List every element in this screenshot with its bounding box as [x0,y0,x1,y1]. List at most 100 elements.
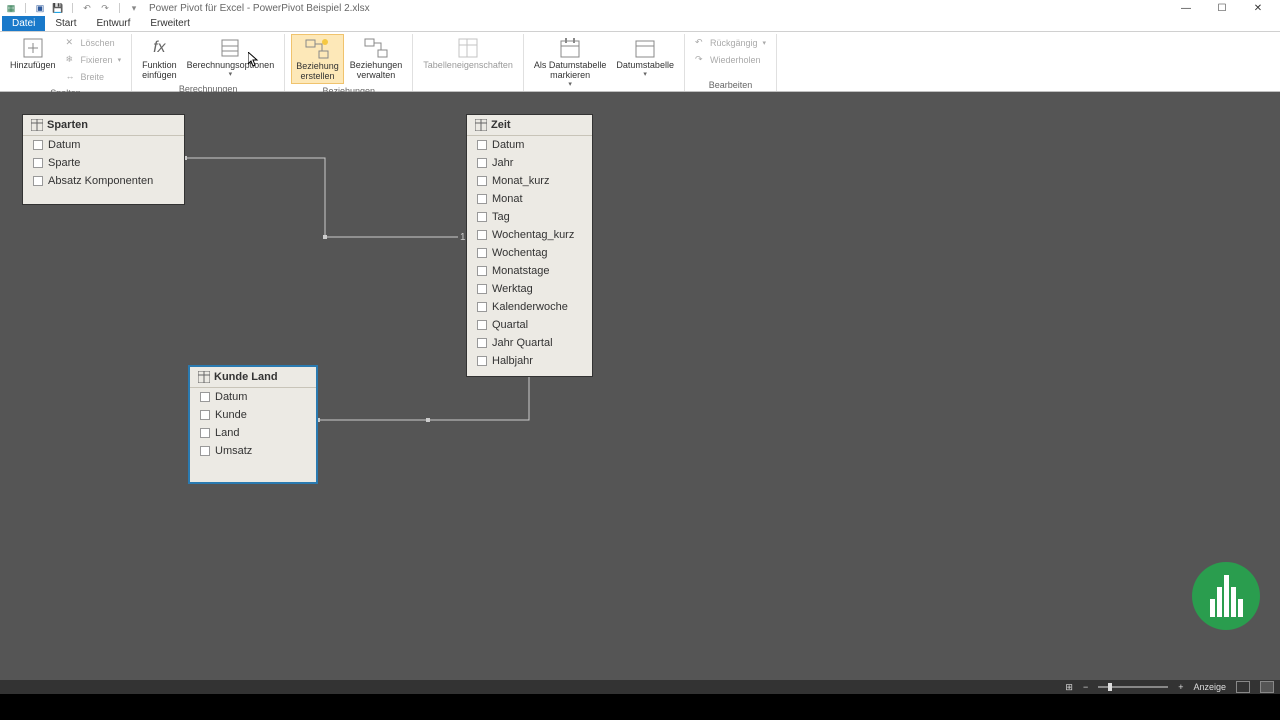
zoom-out-button[interactable]: − [1083,682,1088,692]
undo-icon[interactable]: ↶ [80,1,94,15]
fixieren-button[interactable]: ❄Fixieren▾ [62,52,126,68]
field-icon [477,338,487,348]
field-icon [477,302,487,312]
field-icon [200,392,210,402]
width-icon: ↔ [66,71,78,83]
redo-icon[interactable]: ↷ [98,1,112,15]
field-icon [477,266,487,276]
field-icon [477,194,487,204]
field-icon [33,176,43,186]
tabelleneigenschaften-button[interactable]: Tabelleneigenschaften [419,34,517,72]
field-zeit-0[interactable]: Datum [467,136,592,154]
tab-erweitert[interactable]: Erweitert [140,16,199,31]
field-zeit-5[interactable]: Wochentag_kurz [467,226,592,244]
create-relationship-icon [303,37,331,61]
field-icon [200,410,210,420]
field-zeit-10[interactable]: Quartal [467,316,592,334]
als-datumstabelle-button[interactable]: Als Datumstabelle markieren ▾ [530,34,611,90]
field-icon [477,356,487,366]
table-header-zeit[interactable]: Zeit [467,115,592,136]
qat-item-1[interactable]: ▣ [33,1,47,15]
field-zeit-1[interactable]: Jahr [467,154,592,172]
manage-relationships-icon [362,36,390,60]
field-zeit-2[interactable]: Monat_kurz [467,172,592,190]
field-zeit-7[interactable]: Monatstage [467,262,592,280]
diagram-view-button[interactable] [1260,681,1274,693]
wiederholen-button[interactable]: ↷Wiederholen [691,52,770,68]
add-column-icon [19,36,47,60]
maximize-button[interactable]: ☐ [1204,0,1240,16]
field-icon [477,248,487,258]
minimize-button[interactable]: — [1168,0,1204,16]
field-icon [477,176,487,186]
ribbon-group-spalten: Hinzufügen ✕Löschen ❄Fixieren▾ ↔Breite S… [0,34,132,91]
field-zeit-6[interactable]: Wochentag [467,244,592,262]
tab-start[interactable]: Start [45,16,86,31]
field-icon [477,230,487,240]
tab-entwurf[interactable]: Entwurf [86,16,140,31]
datumstabelle-button[interactable]: Datumstabelle ▾ [612,34,678,80]
field-icon [477,284,487,294]
undo-icon-2: ↶ [695,37,707,49]
field-zeit-12[interactable]: Halbjahr [467,352,592,370]
beziehung-erstellen-button[interactable]: Beziehung erstellen [291,34,344,84]
field-zeit-3[interactable]: Monat [467,190,592,208]
field-sparten-absatz[interactable]: Absatz Komponenten [23,172,184,190]
field-icon [477,140,487,150]
ribbon-tabs: Datei Start Entwurf Erweitert [0,16,1280,32]
field-zeit-8[interactable]: Werktag [467,280,592,298]
data-view-button[interactable] [1236,681,1250,693]
close-button[interactable]: ✕ [1240,0,1276,16]
field-icon [33,140,43,150]
title-bar: ▦ ▣ 💾 ↶ ↷ ▾ Power Pivot für Excel - Powe… [0,0,1280,16]
save-icon[interactable]: 💾 [51,1,65,15]
zoom-in-button[interactable]: + [1178,682,1183,692]
table-kunde-land[interactable]: Kunde Land Datum Kunde Land Umsatz [188,365,318,484]
date-table-icon [631,36,659,60]
field-zeit-4[interactable]: Tag [467,208,592,226]
table-header-sparten[interactable]: Sparten [23,115,184,136]
calc-options-icon [216,36,244,60]
ribbon-group-berechnungen: fx Funktion einfügen Berechnungsoptionen… [132,34,285,91]
mark-date-table-icon [556,36,584,60]
app-icon: ▦ [4,1,18,15]
ribbon-group-bearbeiten: ↶Rückgängig▾ ↷Wiederholen Bearbeiten [685,34,777,91]
field-kunde-0[interactable]: Datum [190,388,316,406]
table-zeit[interactable]: Zeit Datum Jahr Monat_kurz Monat Tag Woc… [466,114,593,377]
anzeige-label: Anzeige [1193,682,1226,692]
breite-button[interactable]: ↔Breite [62,69,126,85]
field-icon [477,320,487,330]
ribbon: Hinzufügen ✕Löschen ❄Fixieren▾ ↔Breite S… [0,32,1280,92]
field-sparten-sparte[interactable]: Sparte [23,154,184,172]
hinzufuegen-button[interactable]: Hinzufügen [6,34,60,72]
diagram-canvas[interactable]: 1 1 Sparten Datum Sparte Absatz Komponen… [0,92,1280,680]
ribbon-group-kalender: Als Datumstabelle markieren ▾ Datumstabe… [524,34,685,91]
field-icon [200,446,210,456]
delete-icon: ✕ [66,37,78,49]
fit-button[interactable]: ⊞ [1065,682,1073,693]
zoom-slider[interactable] [1098,686,1168,688]
funktion-button[interactable]: fx Funktion einfügen [138,34,181,82]
qat-customize-icon[interactable]: ▾ [127,1,141,15]
table-header-kunde-land[interactable]: Kunde Land [190,367,316,388]
field-icon [477,158,487,168]
table-icon [31,119,43,131]
table-sparten[interactable]: Sparten Datum Sparte Absatz Komponenten [22,114,185,205]
berechnungsoptionen-button[interactable]: Berechnungsoptionen ▾ [183,34,279,80]
rueckgaengig-button[interactable]: ↶Rückgängig▾ [691,35,770,51]
tab-datei[interactable]: Datei [2,16,45,31]
field-icon [33,158,43,168]
loeschen-button[interactable]: ✕Löschen [62,35,126,51]
freeze-icon: ❄ [66,54,78,66]
beziehungen-verwalten-button[interactable]: Beziehungen verwalten [346,34,407,82]
field-zeit-9[interactable]: Kalenderwoche [467,298,592,316]
field-zeit-11[interactable]: Jahr Quartal [467,334,592,352]
table-icon [198,371,210,383]
field-kunde-2[interactable]: Land [190,424,316,442]
field-kunde-3[interactable]: Umsatz [190,442,316,460]
field-sparten-datum[interactable]: Datum [23,136,184,154]
field-kunde-1[interactable]: Kunde [190,406,316,424]
fx-icon: fx [145,36,173,60]
table-properties-icon [454,36,482,60]
window-title: Power Pivot für Excel - PowerPivot Beisp… [149,3,370,14]
